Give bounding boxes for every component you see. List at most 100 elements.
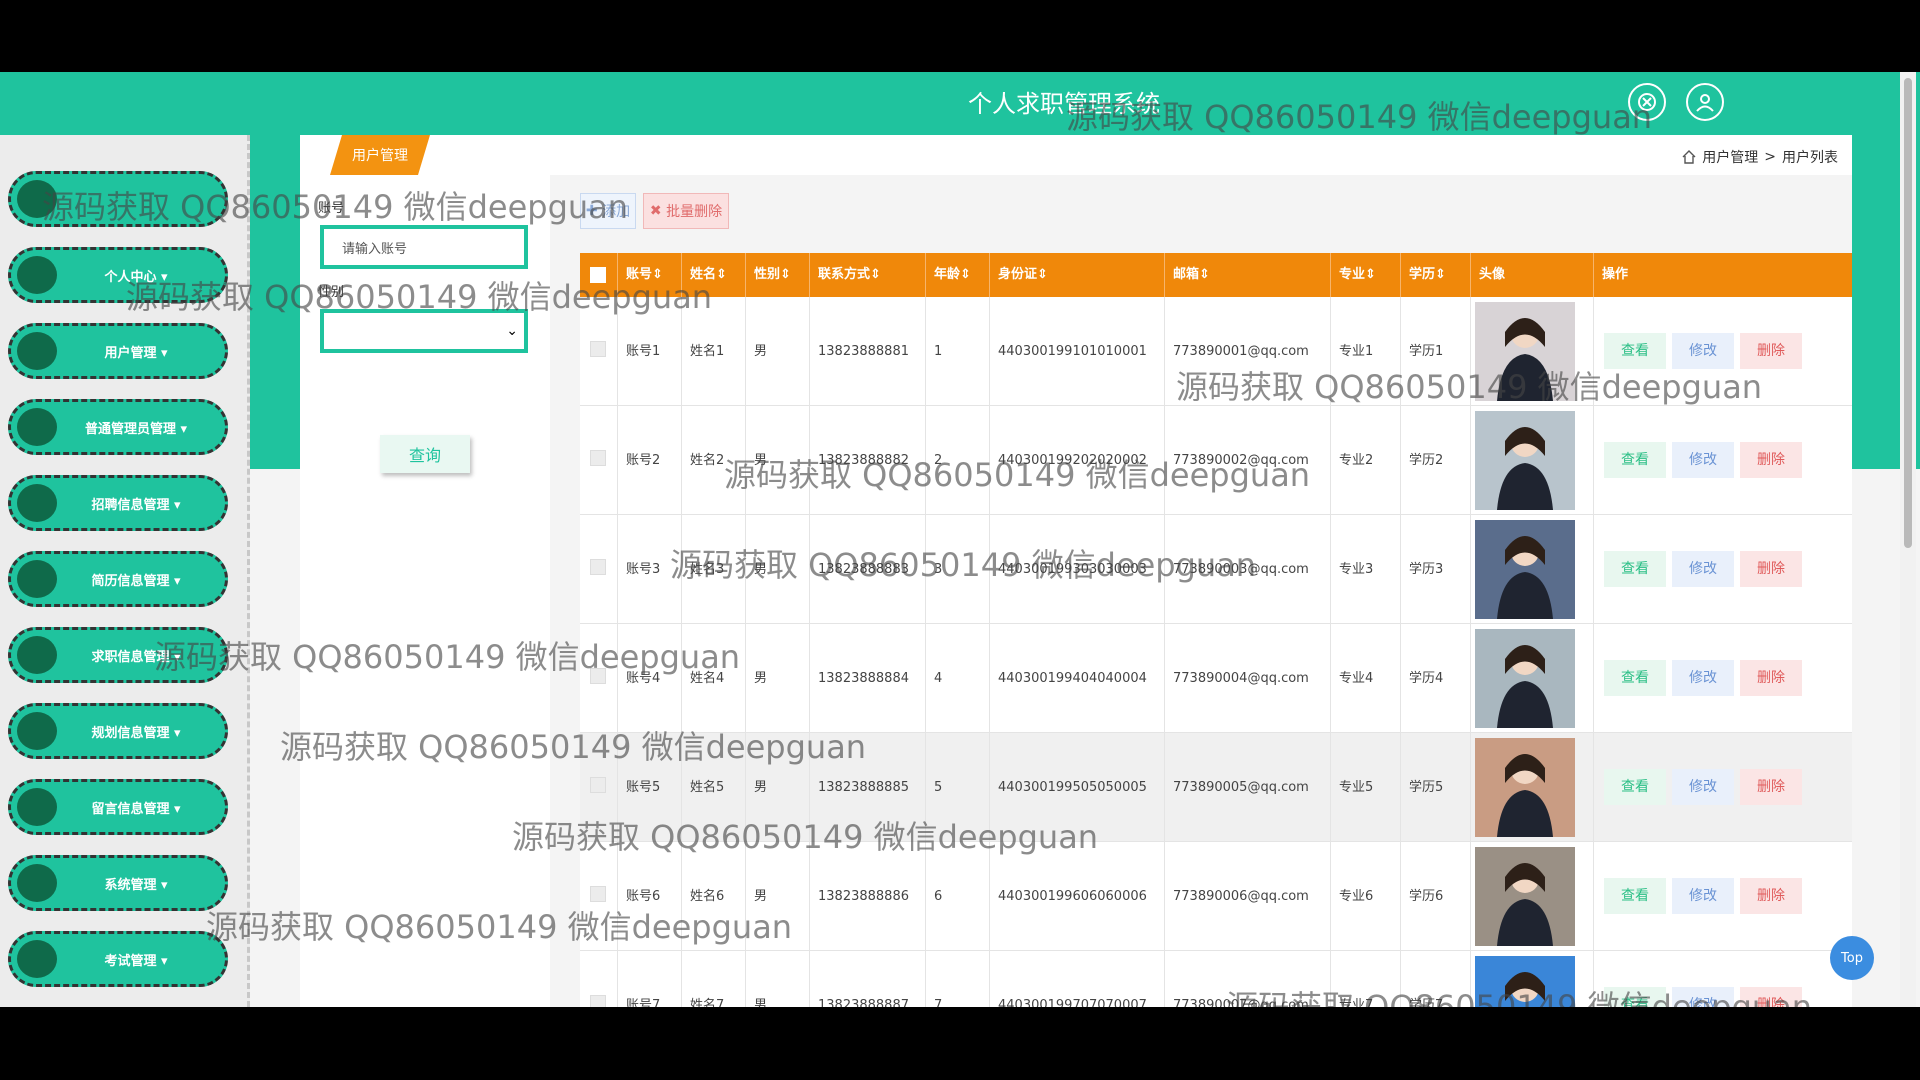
row-select-cell [580, 515, 618, 624]
sidebar-item-users[interactable]: 用户管理 ▾ [8, 323, 228, 379]
row-checkbox[interactable] [590, 450, 606, 466]
scrollbar-thumb[interactable] [1904, 78, 1912, 548]
dot-icon [17, 484, 57, 522]
cell-actions: 查看 修改 删除 [1594, 951, 1852, 1007]
sidebar-item-messages[interactable]: 留言信息管理 ▾ [8, 779, 228, 835]
col-major[interactable]: 专业⇕ [1331, 253, 1401, 297]
cell-avatar [1471, 297, 1594, 406]
delete-button[interactable]: 删除 [1740, 333, 1802, 369]
avatar [1475, 520, 1575, 619]
view-button[interactable]: 查看 [1604, 878, 1666, 914]
delete-button[interactable]: 删除 [1740, 878, 1802, 914]
home-icon [1682, 150, 1696, 164]
edit-button[interactable]: 修改 [1672, 333, 1734, 369]
breadcrumb-bar: 用户管理 用户管理 > 用户列表 [300, 135, 1852, 175]
cell-account: 账号1 [618, 297, 682, 406]
batch-delete-button[interactable]: ✖ 批量删除 [643, 193, 729, 229]
view-button[interactable]: 查看 [1604, 442, 1666, 478]
sidebar-item-personal-center[interactable]: 个人中心 ▾ [8, 247, 228, 303]
scrollbar[interactable] [1900, 72, 1916, 1007]
cell-gender: 男 [746, 842, 810, 951]
table-row: 账号4 姓名4 男 13823888884 4 440300199404040004 773… [580, 624, 1852, 733]
sidebar-item-job-search[interactable]: 求职信息管理 ▾ [8, 627, 228, 683]
sidebar-item-exams[interactable]: 考试管理 ▾ [8, 931, 228, 987]
cell-name: 姓名3 [682, 515, 746, 624]
edit-button[interactable]: 修改 [1672, 660, 1734, 696]
row-checkbox[interactable] [590, 668, 606, 684]
dot-icon [17, 864, 57, 902]
col-email[interactable]: 邮箱⇕ [1165, 253, 1331, 297]
table-body: 账号1 姓名1 男 13823888881 1 440300199101010001 773… [580, 297, 1852, 1007]
col-gender[interactable]: 性别⇕ [746, 253, 810, 297]
top-bar: 个人求职管理系统 [0, 72, 1920, 136]
sidebar-item-planning[interactable]: 规划信息管理 ▾ [8, 703, 228, 759]
row-select-cell [580, 406, 618, 515]
row-checkbox[interactable] [590, 341, 606, 357]
delete-button[interactable]: 删除 [1740, 442, 1802, 478]
sidebar-item-admins[interactable]: 普通管理员管理 ▾ [8, 399, 228, 455]
exit-icon[interactable] [1628, 83, 1666, 121]
sidebar-item-label: 简历信息管理 ▾ [91, 573, 181, 589]
dot-icon [17, 332, 57, 370]
delete-button[interactable]: 删除 [1740, 987, 1802, 1007]
row-select-cell [580, 951, 618, 1007]
gender-select[interactable]: ⌄ [320, 309, 528, 353]
cell-phone: 13823888882 [810, 406, 926, 515]
row-checkbox[interactable] [590, 995, 606, 1007]
col-phone[interactable]: 联系方式⇕ [810, 253, 926, 297]
edit-button[interactable]: 修改 [1672, 987, 1734, 1007]
view-button[interactable]: 查看 [1604, 660, 1666, 696]
row-checkbox[interactable] [590, 559, 606, 575]
view-button[interactable]: 查看 [1604, 333, 1666, 369]
cell-name: 姓名2 [682, 406, 746, 515]
row-actions: 查看 修改 删除 [1604, 551, 1802, 587]
tab-user-management[interactable]: 用户管理 [330, 135, 430, 175]
sidebar-item-home[interactable] [8, 171, 228, 227]
view-button[interactable]: 查看 [1604, 987, 1666, 1007]
col-name[interactable]: 姓名⇕ [682, 253, 746, 297]
avatar [1475, 411, 1575, 510]
edit-button[interactable]: 修改 [1672, 551, 1734, 587]
cell-id: 440300199606060006 [990, 842, 1165, 951]
batch-delete-label: 批量删除 [666, 204, 723, 220]
delete-button[interactable]: 删除 [1740, 551, 1802, 587]
cell-phone: 13823888885 [810, 733, 926, 842]
plus-icon: ✚ [585, 203, 598, 219]
account-input[interactable]: 请输入账号 [320, 225, 528, 269]
row-checkbox[interactable] [590, 777, 606, 793]
edit-button[interactable]: 修改 [1672, 878, 1734, 914]
cell-name: 姓名7 [682, 951, 746, 1007]
user-icon[interactable] [1686, 83, 1724, 121]
sidebar: 个人中心 ▾ 用户管理 ▾ 普通管理员管理 ▾ 招聘信息管理 ▾ 简历信息管理 … [0, 135, 250, 1007]
view-button[interactable]: 查看 [1604, 551, 1666, 587]
row-actions: 查看 修改 删除 [1604, 442, 1802, 478]
col-id[interactable]: 身份证⇕ [990, 253, 1165, 297]
breadcrumb-first[interactable]: 用户管理 [1702, 147, 1758, 167]
view-button[interactable]: 查看 [1604, 769, 1666, 805]
select-all-checkbox[interactable] [590, 267, 606, 283]
sidebar-item-resumes[interactable]: 简历信息管理 ▾ [8, 551, 228, 607]
breadcrumb-separator: > [1764, 149, 1776, 165]
sidebar-item-label: 考试管理 ▾ [104, 953, 168, 969]
row-checkbox[interactable] [590, 886, 606, 902]
edit-button[interactable]: 修改 [1672, 442, 1734, 478]
edit-button[interactable]: 修改 [1672, 769, 1734, 805]
cell-id: 440300199404040004 [990, 624, 1165, 733]
col-age[interactable]: 年龄⇕ [926, 253, 990, 297]
delete-button[interactable]: 删除 [1740, 660, 1802, 696]
add-button[interactable]: ✚ 添加 [580, 193, 636, 229]
sidebar-item-recruitment[interactable]: 招聘信息管理 ▾ [8, 475, 228, 531]
col-education[interactable]: 学历⇕ [1401, 253, 1471, 297]
cell-phone: 13823888887 [810, 951, 926, 1007]
cell-name: 姓名6 [682, 842, 746, 951]
delete-button[interactable]: 删除 [1740, 769, 1802, 805]
query-button[interactable]: 查询 [380, 435, 470, 473]
back-to-top-button[interactable]: Top [1830, 936, 1874, 980]
sidebar-item-system[interactable]: 系统管理 ▾ [8, 855, 228, 911]
col-account[interactable]: 账号⇕ [618, 253, 682, 297]
dot-icon [17, 180, 57, 218]
avatar [1475, 956, 1575, 1007]
table-row: 账号2 姓名2 男 13823888882 2 440300199202020002 773… [580, 406, 1852, 515]
cell-avatar [1471, 951, 1594, 1007]
row-actions: 查看 修改 删除 [1604, 333, 1802, 369]
